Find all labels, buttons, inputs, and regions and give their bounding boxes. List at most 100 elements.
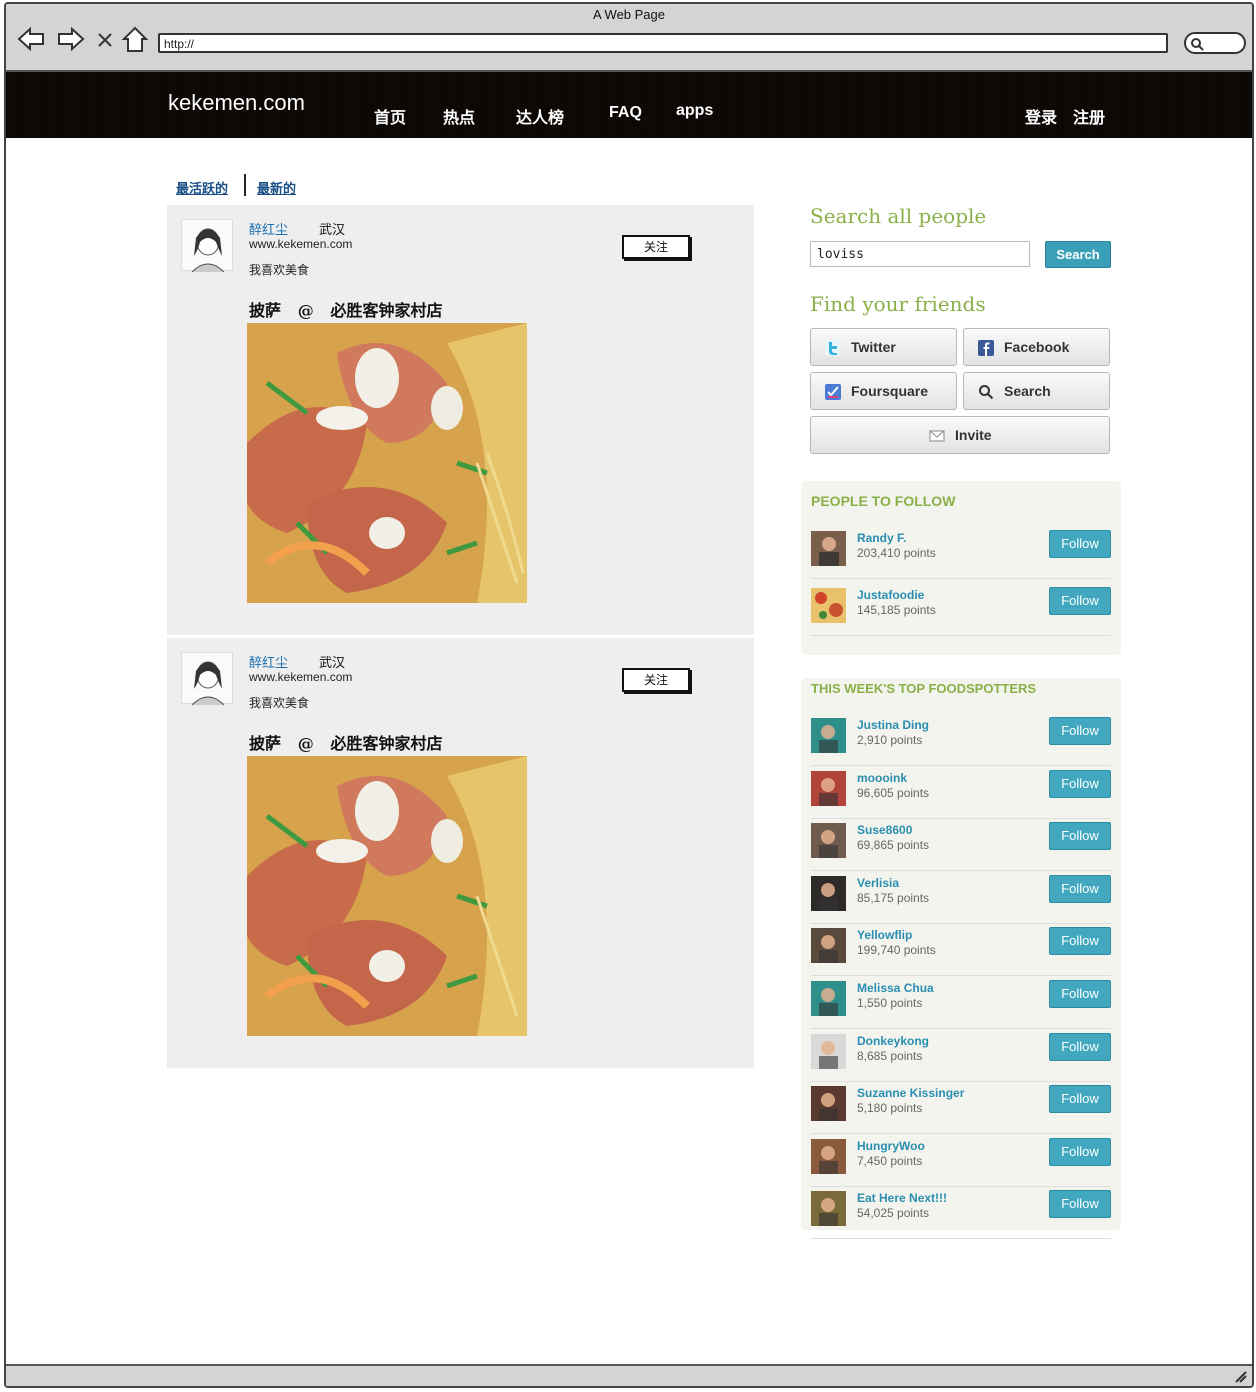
avatar[interactable] (811, 875, 846, 911)
browser-window: A Web Page http:// kekemen.com 首页 热点 达人榜… (4, 2, 1254, 1388)
food-photo[interactable] (247, 756, 527, 1036)
people-search-input[interactable] (810, 241, 1030, 267)
list-item: Melissa Chua 1,550 points Follow (811, 976, 1111, 1029)
browser-status-bar (6, 1364, 1252, 1386)
user-avatar[interactable] (181, 219, 233, 273)
person-name[interactable]: HungryWoo (857, 1139, 925, 1153)
username[interactable]: 醉红尘 (249, 652, 288, 671)
person-name[interactable]: Verlisia (857, 876, 899, 890)
address-bar[interactable]: http:// (158, 33, 1168, 53)
avatar[interactable] (811, 981, 846, 1016)
list-item: Suzanne Kissinger 5,180 points Follow (811, 1081, 1111, 1135)
follow-button[interactable]: 关注 (622, 668, 690, 692)
follow-button[interactable]: Follow (1049, 980, 1111, 1008)
find-friends-heading: Find your friends (810, 292, 986, 316)
list-item: Randy F. 203,410 points Follow (811, 526, 1111, 579)
follow-button[interactable]: Follow (1049, 587, 1111, 615)
nav-experts[interactable]: 达人榜 (516, 104, 564, 128)
tab-most-active[interactable]: 最活跃的 (176, 178, 228, 197)
browser-search-field[interactable] (1184, 32, 1246, 54)
place-name[interactable]: 必胜客钟家村店 (330, 734, 442, 753)
follow-button[interactable]: Follow (1049, 822, 1111, 851)
list-item: Verlisia 85,175 points Follow (811, 871, 1111, 924)
follow-button[interactable]: Follow (1049, 1032, 1111, 1061)
search-button[interactable]: Search (1045, 241, 1111, 268)
person-name[interactable]: Donkeykong (857, 1034, 929, 1048)
person-name[interactable]: Justafoodie (857, 588, 924, 602)
person-name[interactable]: Yellowflip (857, 928, 912, 942)
person-points: 7,450 points (857, 1153, 923, 1168)
tab-divider (244, 174, 246, 196)
place-name[interactable]: 必胜客钟家村店 (330, 301, 442, 320)
top-foodspotters-panel: THIS WEEK'S TOP FOODSPOTTERS Justina Din… (801, 678, 1121, 1240)
facebook-icon (978, 340, 994, 356)
nav-apps[interactable]: apps (676, 102, 713, 120)
follow-button[interactable]: Follow (1049, 717, 1111, 745)
nav-home[interactable]: 首页 (374, 104, 406, 128)
nav-hot[interactable]: 热点 (443, 104, 475, 128)
invite-button[interactable]: Invite (810, 416, 1110, 454)
avatar[interactable] (811, 718, 846, 753)
follow-button[interactable]: Follow (1049, 1085, 1111, 1114)
post-title: 披萨 @ 必胜客钟家村店 (249, 730, 442, 754)
resize-grip-icon[interactable] (1232, 1368, 1248, 1384)
person-name[interactable]: Suzanne Kissinger (857, 1086, 964, 1100)
person-points: 203,410 points (857, 546, 936, 560)
post-title: 披萨 @ 必胜客钟家村店 (249, 297, 442, 321)
username[interactable]: 醉红尘 (249, 219, 288, 238)
person-name[interactable]: Suse8600 (857, 823, 912, 837)
follow-button[interactable]: Follow (1049, 927, 1111, 956)
login-link[interactable]: 登录 (1025, 104, 1057, 128)
follow-button[interactable]: Follow (1049, 874, 1111, 903)
person-points: 69,865 points (857, 838, 930, 853)
foursquare-button[interactable]: Foursquare (810, 372, 957, 410)
site-header: kekemen.com 首页 热点 达人榜 FAQ apps 登录 注册 (6, 72, 1252, 138)
avatar[interactable] (811, 928, 846, 964)
avatar[interactable] (811, 1086, 846, 1122)
nav-faq[interactable]: FAQ (609, 104, 642, 122)
user-site: www.kekemen.com (249, 237, 353, 251)
forward-arrow-icon[interactable] (56, 24, 86, 54)
user-bio: 我喜欢美食 (249, 696, 310, 710)
find-search-button[interactable]: Search (963, 372, 1110, 410)
avatar[interactable] (811, 1138, 846, 1174)
avatar[interactable] (811, 588, 846, 623)
avatar[interactable] (811, 770, 846, 806)
register-link[interactable]: 注册 (1073, 104, 1105, 128)
follow-button[interactable]: Follow (1049, 1190, 1111, 1219)
person-name[interactable]: Melissa Chua (857, 981, 934, 995)
person-points: 85,175 points (857, 890, 930, 905)
search-icon (1191, 38, 1204, 51)
person-name[interactable]: Randy F. (857, 531, 906, 545)
home-icon[interactable] (120, 24, 150, 54)
avatar[interactable] (811, 531, 846, 566)
site-logo[interactable]: kekemen.com (168, 90, 305, 116)
follow-button[interactable]: Follow (1049, 769, 1111, 798)
dish-name: 披萨 (249, 301, 282, 320)
user-site: www.kekemen.com (249, 670, 353, 684)
user-city: 武汉 (319, 655, 346, 670)
follow-button[interactable]: Follow (1049, 530, 1111, 558)
avatar[interactable] (811, 823, 846, 859)
people-to-follow-title: PEOPLE TO FOLLOW (811, 493, 956, 509)
back-arrow-icon[interactable] (16, 24, 46, 54)
stop-x-icon[interactable] (94, 24, 116, 54)
twitter-button[interactable]: Twitter (810, 328, 957, 366)
at-sign: @ (297, 734, 314, 753)
person-name[interactable]: moooink (857, 771, 907, 785)
avatar[interactable] (811, 1191, 846, 1227)
follow-button[interactable]: 关注 (622, 235, 690, 259)
tab-newest[interactable]: 最新的 (257, 178, 296, 197)
follow-button[interactable]: Follow (1049, 1137, 1111, 1166)
user-avatar[interactable] (181, 652, 233, 706)
facebook-button[interactable]: Facebook (963, 328, 1110, 366)
top-foodspotters-title: THIS WEEK'S TOP FOODSPOTTERS (811, 681, 1037, 696)
browser-toolbar: A Web Page http:// (6, 4, 1252, 72)
person-points: 2,910 points (857, 733, 923, 747)
person-name[interactable]: Eat Here Next!!! (857, 1191, 947, 1205)
user-city: 武汉 (319, 222, 346, 237)
person-points: 199,740 points (857, 943, 936, 958)
food-photo[interactable] (247, 323, 527, 603)
person-name[interactable]: Justina Ding (857, 718, 929, 732)
avatar[interactable] (811, 1033, 846, 1069)
